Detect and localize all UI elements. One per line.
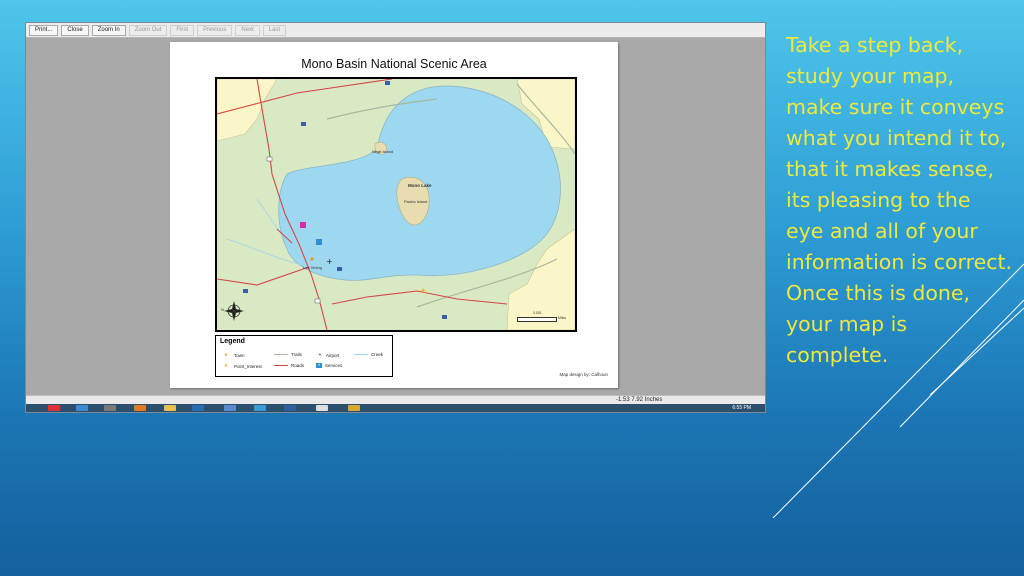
north-arrow-label: N — [221, 307, 224, 312]
slide-body-text: Take a step back, study your map, make s… — [786, 33, 1013, 367]
map-legend: Legend ● Town Trails + Airport Creek ★ P… — [215, 335, 393, 377]
map-layout-page: Mono Basin National Scenic Area + ★ Negi… — [170, 42, 618, 388]
creek-line-icon — [354, 354, 368, 355]
first-page-button[interactable]: First — [170, 24, 195, 36]
next-page-button[interactable]: Next — [235, 24, 260, 36]
route-shield-icon — [385, 81, 390, 85]
taskbar-clock: 6:55 PM — [732, 405, 751, 411]
scale-bar-label: 0.001 — [533, 311, 542, 315]
airport-plus-icon: + — [318, 352, 322, 358]
print-preview-toolbar: Print... Close Zoom In Zoom Out First Pr… — [26, 23, 765, 38]
private-land-area — [217, 79, 278, 142]
legend-item-airport: + Airport — [316, 352, 340, 358]
previous-page-button[interactable]: Previous — [197, 24, 233, 36]
print-preview-window: Print... Close Zoom In Zoom Out First Pr… — [25, 22, 766, 413]
route-shield-icon — [301, 122, 306, 126]
road-line — [217, 266, 310, 286]
point-interest-star-icon: ★ — [420, 287, 426, 295]
trail-line-icon — [274, 354, 288, 355]
route-shield-icon — [337, 267, 342, 271]
legend-item-point-interest: ★ Point_Interest — [220, 363, 262, 369]
map-frame: + ★ Negit Island Mono Lake Paoha Island … — [215, 77, 577, 332]
map-graphic: + ★ — [217, 79, 575, 330]
star-icon: ★ — [223, 363, 229, 369]
route-shield-icon — [314, 298, 321, 304]
legend-item-services: h Services — [316, 363, 342, 368]
zoom-out-button[interactable]: Zoom Out — [128, 24, 168, 36]
app-icon[interactable] — [192, 405, 204, 411]
folder-icon[interactable] — [164, 405, 176, 411]
north-arrow-icon — [224, 301, 244, 321]
app-icon[interactable] — [316, 405, 328, 411]
route-shield-icon — [243, 289, 248, 293]
scale-bar — [517, 317, 557, 322]
legend-item-town: ● Town — [220, 352, 244, 358]
road-line-icon — [274, 365, 288, 366]
windows-taskbar: 6:55 PM — [26, 404, 765, 412]
town-dot-icon: ● — [224, 352, 228, 358]
airport-icon: + — [326, 257, 333, 266]
map-label-lake: Mono Lake — [408, 183, 432, 188]
services-legend-icon: h — [316, 363, 322, 368]
town-marker-icon — [310, 257, 314, 261]
legend-item-trails: Trails — [274, 352, 302, 357]
app-icon[interactable] — [224, 405, 236, 411]
map-credit: Map design by: Calhoun — [559, 372, 608, 377]
app-icon[interactable] — [348, 405, 360, 411]
map-label-paoha: Paoha Island — [404, 199, 428, 204]
map-label-negit: Negit Island — [372, 149, 394, 154]
legend-title: Legend — [220, 338, 245, 345]
map-title: Mono Basin National Scenic Area — [301, 57, 487, 71]
legend-item-creek: Creek — [354, 352, 383, 357]
map-label-town: Lee Vining — [303, 265, 322, 270]
route-shield-icon — [266, 156, 273, 162]
browser-icon[interactable] — [76, 405, 88, 411]
status-bar: -1.53 7.92 Inches — [26, 395, 765, 404]
last-page-button[interactable]: Last — [262, 24, 287, 36]
app-icon[interactable] — [104, 405, 116, 411]
services-icon — [316, 239, 322, 245]
start-app-icon[interactable] — [48, 405, 60, 411]
app-icon[interactable] — [134, 405, 146, 411]
print-button[interactable]: Print... — [29, 24, 59, 36]
legend-item-roads: Roads — [274, 363, 304, 368]
close-button[interactable]: Close — [61, 24, 89, 36]
preview-viewport[interactable]: Mono Basin National Scenic Area + ★ Negi… — [26, 38, 765, 395]
zoom-in-button[interactable]: Zoom In — [91, 24, 126, 36]
cursor-position-readout: -1.53 7.92 Inches — [616, 397, 663, 403]
app-icon[interactable] — [254, 405, 266, 411]
route-shield-icon — [442, 315, 447, 319]
point-of-interest-marker-icon — [300, 222, 306, 228]
app-icon[interactable] — [284, 405, 296, 411]
scale-bar-unit: Miles — [558, 316, 567, 320]
